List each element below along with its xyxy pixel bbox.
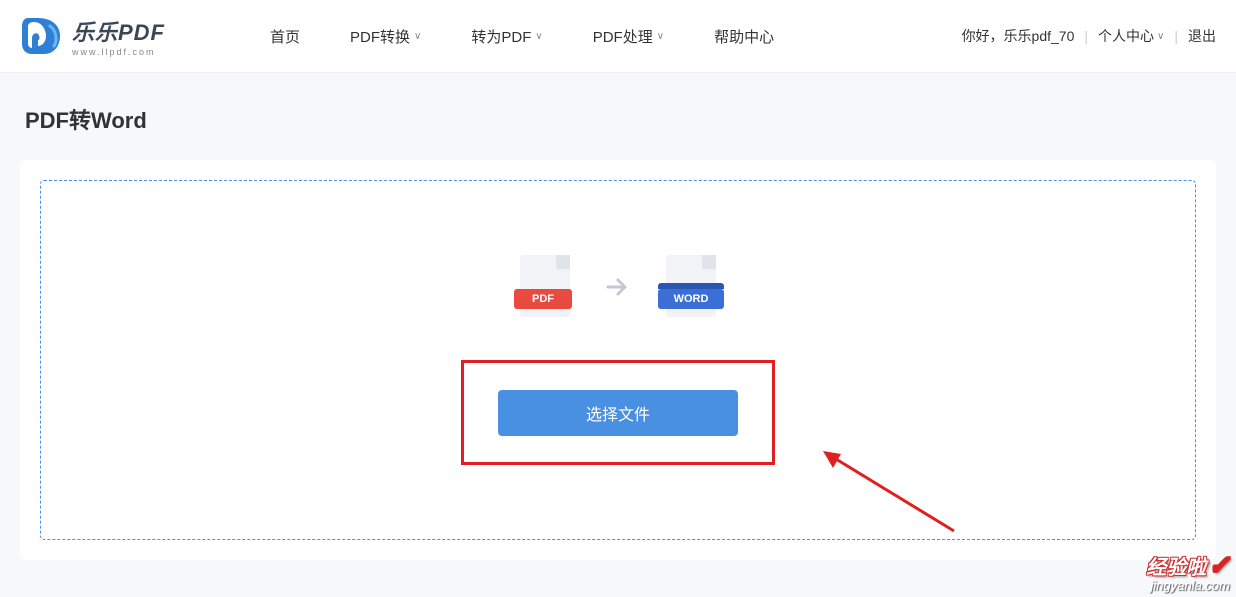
logo-sub-text: www.llpdf.com	[72, 47, 165, 57]
arrow-annotation	[819, 446, 959, 536]
nav-pdf-process-label: PDF处理	[593, 26, 653, 47]
files-row: PDF WORD	[514, 255, 722, 325]
nav-help[interactable]: 帮助中心	[714, 26, 774, 47]
divider: |	[1084, 28, 1088, 44]
nav-pdf-convert[interactable]: PDF转换 ∨	[350, 26, 421, 47]
content: PDF转Word PDF WORD	[0, 73, 1236, 560]
nav-help-label: 帮助中心	[714, 26, 774, 47]
nav-pdf-process[interactable]: PDF处理 ∨	[593, 26, 664, 47]
header: 乐乐PDF www.llpdf.com 首页 PDF转换 ∨ 转为PDF ∨ P…	[0, 0, 1236, 73]
word-badge: WORD	[658, 289, 724, 309]
nav-pdf-convert-label: PDF转换	[350, 26, 410, 47]
main-nav: 首页 PDF转换 ∨ 转为PDF ∨ PDF处理 ∨ 帮助中心	[270, 26, 774, 47]
chevron-down-icon: ∨	[657, 31, 664, 42]
watermark-url: jingyanla.com	[1146, 578, 1230, 593]
drop-zone[interactable]: PDF WORD 选择文件	[40, 180, 1196, 540]
highlight-annotation: 选择文件	[461, 360, 775, 465]
user-center-label: 个人中心	[1098, 26, 1154, 46]
word-file-icon: WORD	[660, 255, 722, 325]
user-center-link[interactable]: 个人中心 ∨	[1098, 26, 1164, 46]
select-file-button[interactable]: 选择文件	[498, 390, 738, 436]
user-greeting: 你好，乐乐pdf_70	[962, 26, 1075, 46]
nav-to-pdf-label: 转为PDF	[471, 26, 531, 47]
page-title: PDF转Word	[25, 103, 1216, 135]
logo[interactable]: 乐乐PDF www.llpdf.com	[20, 15, 165, 57]
logo-icon	[20, 16, 66, 56]
nav-to-pdf[interactable]: 转为PDF ∨	[471, 26, 542, 47]
chevron-down-icon: ∨	[535, 31, 542, 42]
logo-main-text: 乐乐PDF	[72, 15, 165, 47]
logout-link[interactable]: 退出	[1188, 26, 1216, 46]
nav-home-label: 首页	[270, 26, 300, 47]
user-area: 你好，乐乐pdf_70 | 个人中心 ∨ | 退出	[962, 26, 1216, 46]
chevron-down-icon: ∨	[1157, 31, 1164, 42]
nav-home[interactable]: 首页	[270, 26, 300, 47]
chevron-down-icon: ∨	[414, 31, 421, 42]
pdf-badge: PDF	[514, 289, 572, 309]
drop-panel: PDF WORD 选择文件	[20, 160, 1216, 560]
divider: |	[1174, 28, 1178, 44]
pdf-file-icon: PDF	[514, 255, 576, 325]
arrow-right-icon	[606, 276, 630, 304]
